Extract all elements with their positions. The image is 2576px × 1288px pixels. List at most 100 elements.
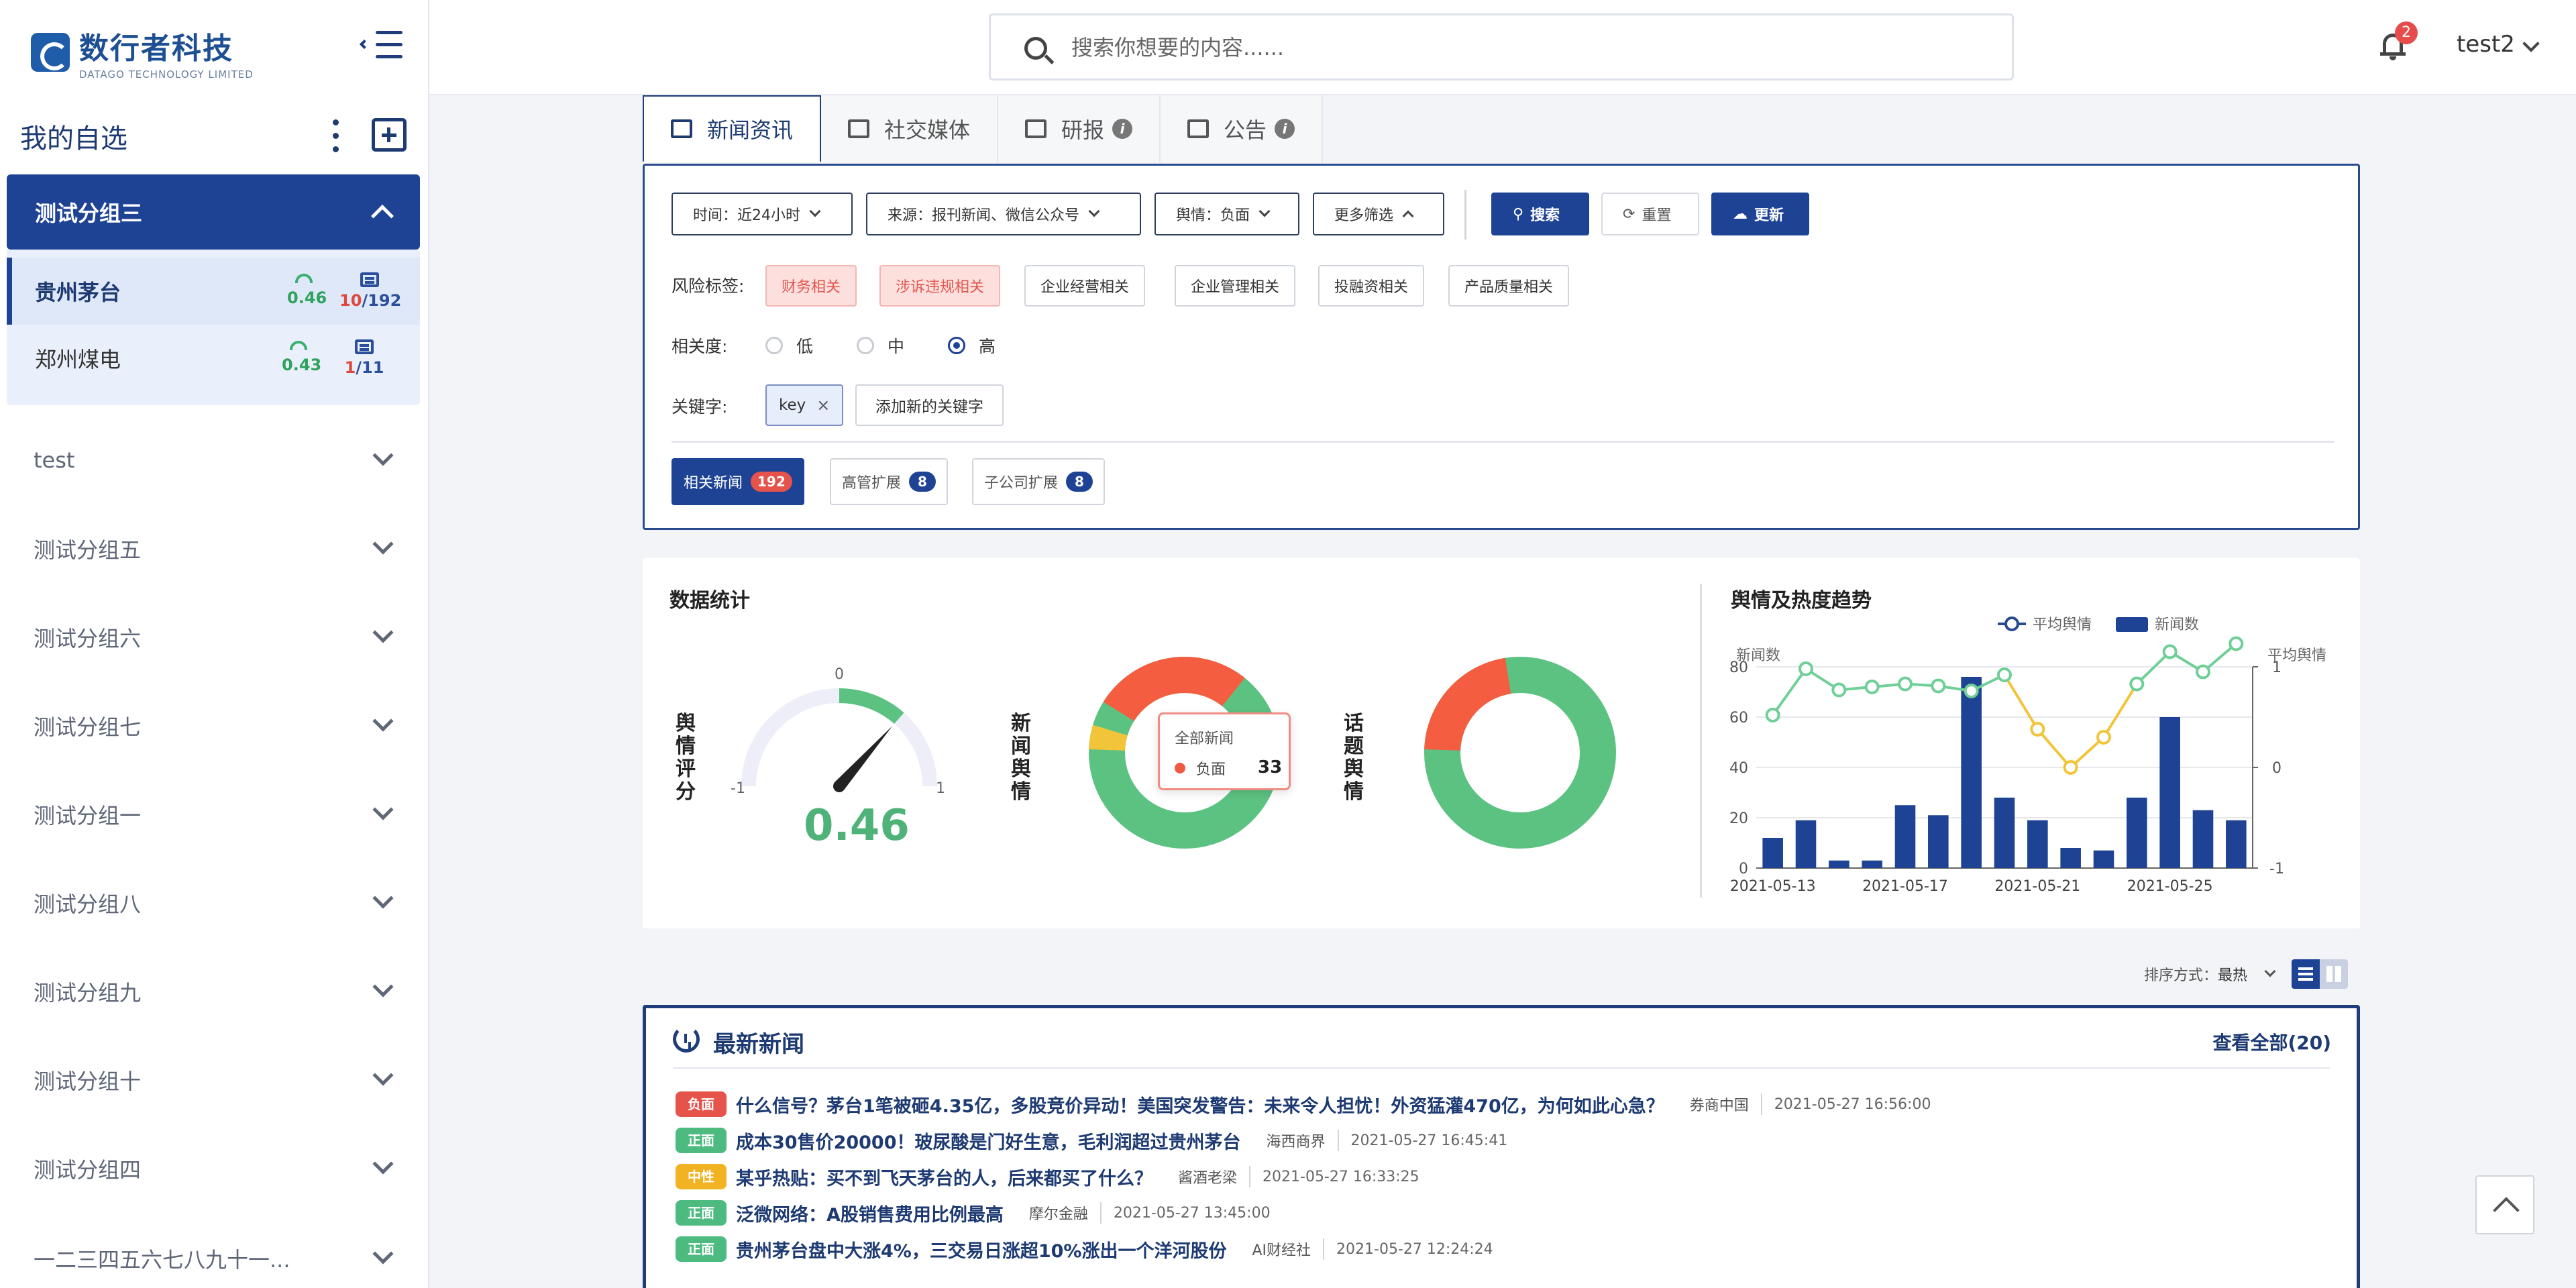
more-filters-button[interactable]: 更多筛选: [1313, 193, 1444, 235]
sidebar-group-item[interactable]: 测试分组一: [34, 794, 396, 835]
sidebar-group-active[interactable]: 测试分组三: [7, 174, 420, 250]
news-headline[interactable]: 泛微网络：A股销售费用比例最高: [736, 1200, 1004, 1226]
news-item[interactable]: 正面 贵州茅台盘中大涨4%，三交易日涨超10%涨出一个洋河股份 AI财经社 20…: [676, 1234, 1493, 1265]
news-item[interactable]: 中性 某乎热贴：买不到飞天茅台的人，后来都买了什么？ 酱酒老梁 2021-05-…: [676, 1161, 1419, 1192]
risk-tag[interactable]: 企业管理相关: [1175, 265, 1296, 307]
risk-tag[interactable]: 企业经营相关: [1024, 265, 1146, 307]
y-tick-left: 80: [1729, 659, 1748, 676]
global-search[interactable]: [989, 13, 2014, 80]
news-item[interactable]: 正面 泛微网络：A股销售费用比例最高 摩尔金融 2021-05-27 13:45…: [676, 1197, 1271, 1228]
relevance-mid-radio[interactable]: 中: [857, 333, 904, 358]
chevron-down-icon[interactable]: [2522, 35, 2540, 52]
x-tick-label: 2021-05-17: [1862, 878, 1948, 895]
chart-bar: [2027, 820, 2048, 868]
stock-item[interactable]: 郑州煤电 0.43 1/11: [7, 325, 420, 392]
keyword-chip[interactable]: key ×: [765, 384, 844, 426]
stock-item[interactable]: 贵州茅台 0.46 10/192: [7, 258, 420, 325]
divider: [673, 1067, 2330, 1069]
notification-badge: 2: [2395, 21, 2418, 44]
chart-point: [1831, 682, 1847, 698]
list-view-icon[interactable]: [2292, 959, 2320, 989]
source-filter-dropdown[interactable]: 来源：报刊新闻、微信公众号: [866, 193, 1141, 235]
search-button[interactable]: ⚲ 搜索: [1491, 193, 1589, 235]
chart-bar: [1862, 860, 1882, 868]
chart-line-segment: [1772, 667, 1807, 716]
sidebar-group-item[interactable]: 一二三四五六七八九十一...: [34, 1238, 396, 1279]
gauge-needle: [835, 726, 893, 790]
add-group-icon[interactable]: [372, 118, 407, 152]
risk-tag[interactable]: 财务相关: [765, 265, 857, 307]
info-icon[interactable]: i: [1112, 119, 1133, 139]
newspaper-icon: [360, 272, 379, 287]
sidebar-group-item[interactable]: 测试分组十: [34, 1060, 396, 1100]
sort-control[interactable]: 排序方式：最热: [2144, 963, 2247, 985]
news-item[interactable]: 负面 什么信号？茅台1笔被砸4.35亿，多股竞价异动！美国突发警告：未来令人担忧…: [676, 1089, 1931, 1120]
news-time: 2021-05-27 16:33:25: [1263, 1168, 1419, 1185]
reset-button[interactable]: ⟳ 重置: [1601, 193, 1699, 235]
sidebar-group-item[interactable]: 测试分组八: [34, 883, 396, 923]
risk-label: 风险标签:: [672, 276, 745, 296]
tab-social-media[interactable]: 社交媒体: [821, 95, 999, 162]
chart-point: [2229, 636, 2244, 651]
sentiment-score: 0.46: [287, 274, 327, 307]
tab-news[interactable]: 新闻资讯: [643, 95, 822, 162]
news-headline[interactable]: 某乎热贴：买不到飞天茅台的人，后来都买了什么？: [736, 1164, 1152, 1190]
sidebar-group-item[interactable]: 测试分组四: [34, 1148, 396, 1189]
info-icon[interactable]: i: [1275, 119, 1295, 139]
subsidiary-extension-button[interactable]: 子公司扩展 8: [972, 458, 1106, 505]
search-input[interactable]: [1071, 29, 1943, 66]
relevance-high-radio[interactable]: 高: [948, 333, 996, 358]
more-options-icon[interactable]: [329, 115, 342, 156]
legend-dot: [1175, 763, 1185, 773]
grid-view-icon[interactable]: [2320, 959, 2348, 989]
chart-point: [1997, 667, 2012, 682]
view-all-link[interactable]: 查看全部(20): [2212, 1028, 2331, 1055]
y-tick-right: 0: [2272, 760, 2282, 777]
sidebar-group-item[interactable]: test: [34, 440, 396, 480]
refresh-icon[interactable]: [673, 1026, 700, 1053]
sentiment-filter-dropdown[interactable]: 舆情：负面: [1155, 193, 1299, 235]
news-source: AI财经社: [1252, 1238, 1325, 1260]
risk-tag[interactable]: 投融资相关: [1318, 265, 1425, 307]
gauge-label: 舆情评分: [676, 712, 696, 804]
chevron-down-icon[interactable]: [2264, 965, 2276, 977]
tab-announcements[interactable]: 公告 i: [1161, 95, 1324, 162]
news-headline[interactable]: 什么信号？茅台1笔被砸4.35亿，多股竞价异动！美国突发警告：未来令人担忧！外资…: [736, 1091, 1664, 1118]
back-to-top-button[interactable]: [2475, 1175, 2534, 1234]
chart-bar: [1762, 838, 1783, 868]
brand-logo[interactable]: 数行者科技 DATAGO TECHNOLOGY LIMITED: [31, 24, 254, 80]
chevron-down-icon: [372, 799, 394, 820]
stock-name: 郑州煤电: [35, 347, 121, 372]
risk-tag[interactable]: 涉诉违规相关: [879, 265, 1001, 307]
close-icon[interactable]: ×: [816, 396, 830, 415]
user-menu[interactable]: test2: [2457, 31, 2515, 58]
x-tick-label: 2021-05-21: [1994, 878, 2080, 895]
news-item[interactable]: 正面 成本30售价20000！玻尿酸是门好生意，毛利润超过贵州茅台 海西商界 2…: [676, 1125, 1507, 1156]
sidebar: 数行者科技 DATAGO TECHNOLOGY LIMITED 我的自选 测试分…: [0, 0, 429, 1288]
donut-news-label: 新闻舆情: [1011, 712, 1031, 804]
news-time: 2021-05-27 12:24:24: [1336, 1240, 1493, 1258]
news-headline[interactable]: 成本30售价20000！玻尿酸是门好生意，毛利润超过贵州茅台: [736, 1128, 1241, 1154]
menu-collapse-icon[interactable]: [359, 30, 402, 62]
news-headline[interactable]: 贵州茅台盘中大涨4%，三交易日涨超10%涨出一个洋河股份: [736, 1236, 1226, 1263]
chevron-down-icon: [372, 1243, 394, 1265]
risk-tag[interactable]: 产品质量相关: [1448, 265, 1570, 307]
sidebar-group-item[interactable]: 测试分组九: [34, 971, 396, 1012]
brand-name-en: DATAGO TECHNOLOGY LIMITED: [79, 68, 254, 80]
tab-research[interactable]: 研报 i: [998, 95, 1161, 162]
related-news-button[interactable]: 相关新闻 192: [672, 458, 804, 505]
refresh-icon: ⟳: [1623, 205, 1635, 223]
sidebar-group-item[interactable]: 测试分组五: [34, 529, 396, 569]
executive-extension-button[interactable]: 高管扩展 8: [830, 458, 949, 505]
sidebar-group-item[interactable]: 测试分组七: [34, 706, 396, 746]
update-button[interactable]: ☁ 更新: [1711, 193, 1809, 235]
chevron-down-icon: [372, 976, 394, 998]
chevron-down-icon: [1258, 205, 1271, 217]
topic-sentiment-donut: [1424, 657, 1616, 849]
chart-point: [2129, 676, 2145, 692]
add-keyword-button[interactable]: 添加新的关键字: [855, 384, 1004, 426]
relevance-low-radio[interactable]: 低: [765, 333, 813, 358]
sidebar-group-item[interactable]: 测试分组六: [34, 617, 396, 657]
time-filter-dropdown[interactable]: 时间：近24小时: [672, 193, 853, 235]
legend-bar-swatch: [2116, 617, 2148, 632]
